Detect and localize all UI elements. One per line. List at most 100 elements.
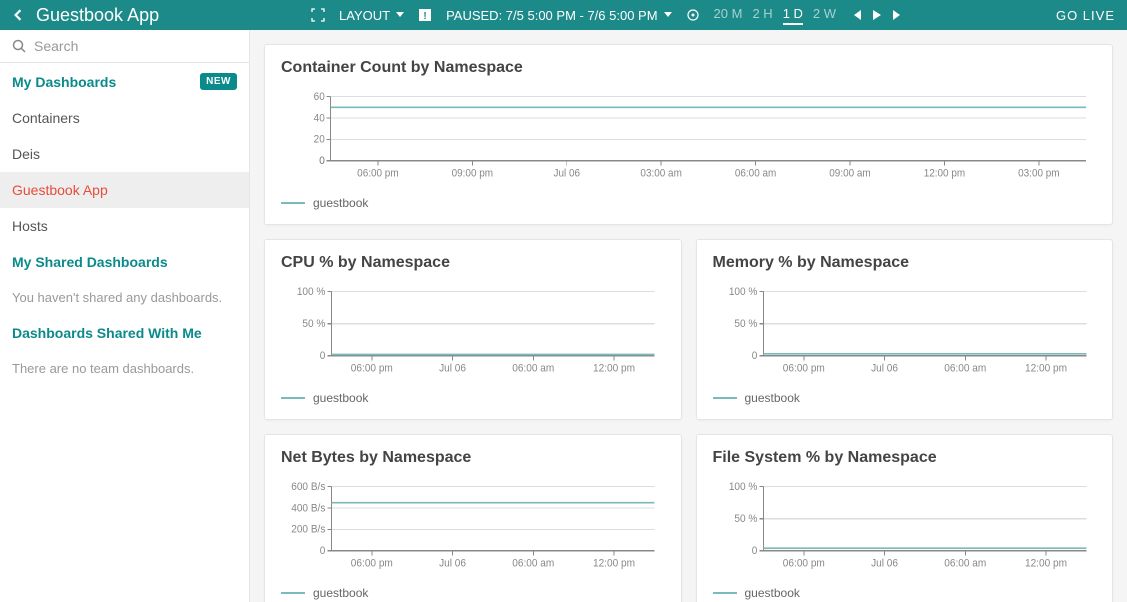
- svg-text:12:00 pm: 12:00 pm: [924, 167, 966, 180]
- svg-text:0: 0: [751, 350, 757, 363]
- main-content: Container Count by Namespace0204060006:0…: [250, 30, 1127, 602]
- time-range-20M[interactable]: 20 M: [714, 6, 743, 25]
- layout-label: LAYOUT: [339, 8, 390, 23]
- chart-plot: 50 % 100 % 0 06:00 pm Jul 06 06:00 am 12:00 pm: [713, 481, 1097, 571]
- legend-label: guestbook: [745, 391, 800, 405]
- back-chevron-icon[interactable]: [12, 9, 24, 21]
- svg-text:Jul 06: Jul 06: [871, 362, 898, 375]
- time-range-dropdown[interactable]: PAUSED: 7/5 5:00 PM - 7/6 5:00 PM: [446, 8, 671, 23]
- svg-text:06:00 pm: 06:00 pm: [782, 557, 824, 570]
- legend-swatch: [281, 592, 305, 594]
- svg-text:09:00 pm: 09:00 pm: [452, 167, 494, 180]
- sidebar-item-deis[interactable]: Deis: [0, 136, 249, 172]
- svg-text:40: 40: [314, 112, 325, 125]
- alert-icon[interactable]: !: [418, 8, 432, 22]
- chart-legend: guestbook: [713, 391, 1097, 405]
- new-badge[interactable]: NEW: [200, 73, 237, 90]
- time-range-1D[interactable]: 1 D: [783, 6, 803, 25]
- section-label: Dashboards Shared With Me: [12, 325, 202, 341]
- svg-text:200 B/s: 200 B/s: [291, 523, 325, 536]
- search-row: [0, 30, 249, 63]
- svg-text:06:00 pm: 06:00 pm: [357, 167, 399, 180]
- sidebar-item-containers[interactable]: Containers: [0, 100, 249, 136]
- chart-plot: 200 B/s 400 B/s 600 B/s 0 06:00 pm Jul 06 06:0…: [281, 481, 665, 571]
- svg-text:06:00 am: 06:00 am: [512, 557, 554, 570]
- svg-text:09:00 am: 09:00 am: [829, 167, 871, 180]
- svg-text:50 %: 50 %: [302, 318, 325, 331]
- chart-legend: guestbook: [713, 586, 1097, 600]
- svg-text:Jul 06: Jul 06: [439, 557, 466, 570]
- sidebar-item-guestbook-app[interactable]: Guestbook App: [0, 172, 249, 208]
- svg-text:06:00 am: 06:00 am: [735, 167, 777, 180]
- chart-legend: guestbook: [281, 586, 665, 600]
- skip-forward-icon[interactable]: [892, 9, 904, 21]
- legend-label: guestbook: [745, 586, 800, 600]
- paused-label: PAUSED: 7/5 5:00 PM - 7/6 5:00 PM: [446, 8, 657, 23]
- svg-text:0: 0: [320, 350, 326, 363]
- time-range-2H[interactable]: 2 H: [752, 6, 772, 25]
- svg-text:60: 60: [314, 91, 325, 103]
- svg-text:Jul 06: Jul 06: [553, 167, 580, 180]
- time-range-2W[interactable]: 2 W: [813, 6, 836, 25]
- team-dashboards-header[interactable]: Dashboards Shared With Me: [0, 315, 249, 351]
- time-range-tabs: 20 M 2 H 1 D 2 W: [714, 6, 837, 25]
- svg-text:0: 0: [320, 545, 326, 558]
- svg-text:06:00 pm: 06:00 pm: [782, 362, 824, 375]
- svg-text:12:00 pm: 12:00 pm: [1025, 557, 1067, 570]
- svg-text:06:00 am: 06:00 am: [944, 362, 986, 375]
- page-title: Guestbook App: [36, 5, 159, 26]
- svg-text:12:00 pm: 12:00 pm: [593, 557, 635, 570]
- svg-text:0: 0: [319, 155, 325, 168]
- svg-text:400 B/s: 400 B/s: [291, 502, 325, 515]
- search-icon: [12, 39, 26, 53]
- team-empty-note: There are no team dashboards.: [0, 351, 249, 386]
- chart-legend: guestbook: [281, 196, 1096, 210]
- legend-swatch: [713, 592, 737, 594]
- chart-title: CPU % by Namespace: [281, 254, 665, 272]
- svg-text:Jul 06: Jul 06: [439, 362, 466, 375]
- search-input[interactable]: [34, 38, 237, 54]
- chart-card: Memory % by Namespace50 %100 %006:00 pmJ…: [696, 239, 1114, 420]
- play-icon[interactable]: [872, 9, 882, 21]
- section-label: My Dashboards: [12, 74, 116, 90]
- svg-text:Jul 06: Jul 06: [871, 557, 898, 570]
- shared-empty-note: You haven't shared any dashboards.: [0, 280, 249, 315]
- chart-card: CPU % by Namespace 50 % 100 % 0 06:00 pm Jul …: [264, 239, 682, 420]
- svg-text:12:00 pm: 12:00 pm: [593, 362, 635, 375]
- top-header: Guestbook App LAYOUT ! PAUSED: 7/5 5:00 …: [0, 0, 1127, 30]
- legend-label: guestbook: [313, 196, 368, 210]
- fullscreen-icon[interactable]: [311, 8, 325, 22]
- svg-text:100 %: 100 %: [728, 286, 757, 298]
- svg-text:100 %: 100 %: [728, 481, 757, 493]
- svg-text:06:00 pm: 06:00 pm: [351, 362, 393, 375]
- svg-text:06:00 am: 06:00 am: [944, 557, 986, 570]
- caret-down-icon: [664, 12, 672, 18]
- layout-dropdown[interactable]: LAYOUT: [339, 8, 404, 23]
- shared-dashboards-header[interactable]: My Shared Dashboards: [0, 244, 249, 280]
- chart-card: Net Bytes by Namespace200 B/s400 B/s600 …: [264, 434, 682, 602]
- section-label: My Shared Dashboards: [12, 254, 168, 270]
- playback-controls: [850, 9, 904, 21]
- my-dashboards-header[interactable]: My Dashboards NEW: [0, 63, 249, 100]
- skip-back-icon[interactable]: [850, 9, 862, 21]
- chart-title: Container Count by Namespace: [281, 59, 1096, 77]
- svg-text:600 B/s: 600 B/s: [291, 481, 325, 493]
- svg-text:!: !: [423, 11, 426, 22]
- legend-label: guestbook: [313, 391, 368, 405]
- svg-text:0: 0: [751, 545, 757, 558]
- svg-text:03:00 am: 03:00 am: [640, 167, 682, 180]
- sidebar-item-hosts[interactable]: Hosts: [0, 208, 249, 244]
- chart-plot: 0204060006:00 pm09:00 pmJul 0603:00 am06…: [281, 91, 1096, 181]
- go-live-button[interactable]: GO LIVE: [1056, 8, 1115, 23]
- chart-plot: 50 %100 %006:00 pmJul 0606:00 am12:00 pm: [713, 286, 1097, 376]
- chart-legend: guestbook: [281, 391, 665, 405]
- chart-card: File System % by Namespace50 %100 %006:0…: [696, 434, 1114, 602]
- legend-swatch: [281, 202, 305, 204]
- legend-label: guestbook: [313, 586, 368, 600]
- svg-text:12:00 pm: 12:00 pm: [1025, 362, 1067, 375]
- chart-card: Container Count by Namespace0204060006:0…: [264, 44, 1113, 225]
- svg-text:06:00 pm: 06:00 pm: [351, 557, 393, 570]
- svg-text:100 %: 100 %: [297, 286, 326, 298]
- target-icon[interactable]: [686, 8, 700, 22]
- svg-text:50 %: 50 %: [734, 513, 757, 526]
